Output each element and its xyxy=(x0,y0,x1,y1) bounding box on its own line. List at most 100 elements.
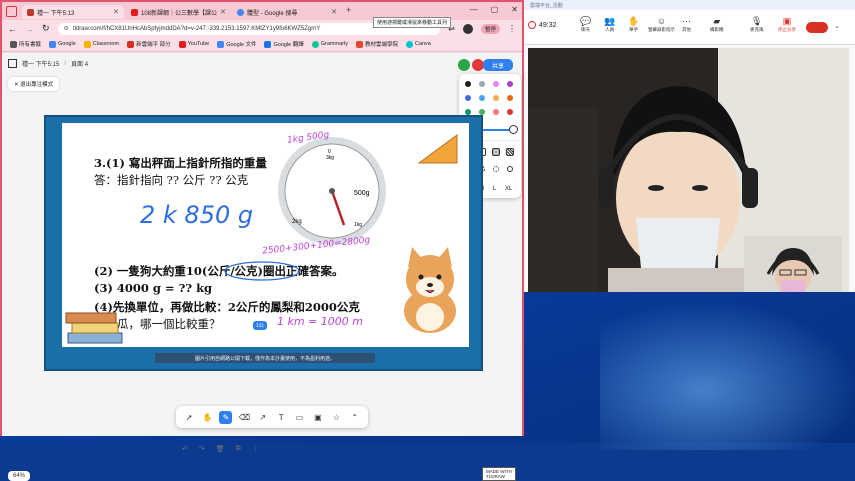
bookmark-translate[interactable]: Google 翻譯 xyxy=(264,40,304,48)
close-tab-icon[interactable]: ✕ xyxy=(331,8,337,16)
reload-icon[interactable]: ↻ xyxy=(42,23,50,34)
made-with-tldraw-badge[interactable]: MADE WITH TLDRAW xyxy=(482,467,516,481)
dash-dotted-icon[interactable] xyxy=(493,166,499,172)
color-swatch-red[interactable] xyxy=(507,109,513,115)
color-swatch-grey[interactable] xyxy=(479,81,485,87)
recording-icon xyxy=(528,21,536,29)
bookmark-canva[interactable]: Canva xyxy=(405,40,431,48)
scale-label-top-unit: 3kg xyxy=(326,155,334,161)
share-button[interactable]: 共享 xyxy=(483,59,513,71)
color-swatch-yellow[interactable] xyxy=(493,95,499,101)
self-view-video[interactable] xyxy=(744,236,842,292)
bookmark-grammarly[interactable]: Grammarly xyxy=(311,40,348,48)
menu-icon[interactable]: ⋮ xyxy=(508,24,516,33)
camera-icon: ▰ xyxy=(713,16,721,26)
chat-icon: 💬 xyxy=(580,16,592,26)
bookmark-edu[interactable]: 教材雲端學院 xyxy=(355,40,398,48)
new-tab-button[interactable]: + xyxy=(346,5,351,15)
close-tab-icon[interactable]: ✕ xyxy=(220,8,226,16)
camera-button[interactable]: ▰ 攝影機 xyxy=(710,16,724,33)
page-title[interactable]: 禮一 下午5:15 xyxy=(22,59,59,68)
color-swatch-light-red[interactable] xyxy=(493,109,499,115)
weighing-scale-dial: 0 3kg 500g 2kg 1kg xyxy=(278,137,386,245)
maximize-icon[interactable]: ▢ xyxy=(491,5,499,14)
dash-solid-icon[interactable] xyxy=(507,166,513,172)
minimize-icon[interactable]: — xyxy=(470,5,478,14)
more-icon: ⋯ xyxy=(682,16,691,26)
bookmark-gmail[interactable]: 新雲端平 部分 xyxy=(127,40,171,48)
delete-icon[interactable]: 🗑 xyxy=(216,445,225,453)
reactions-button[interactable]: ☺ 螢幕錄影指示 xyxy=(648,16,675,33)
leave-call-button[interactable] xyxy=(806,22,828,33)
more-tools-icon[interactable]: ⌃ xyxy=(348,411,361,424)
color-swatch-black[interactable] xyxy=(465,81,471,87)
image-tool-icon[interactable]: ▣ xyxy=(311,411,324,424)
eraser-tool-icon[interactable]: ⌫ xyxy=(238,411,251,424)
select-tool-icon[interactable]: ➚ xyxy=(183,411,196,424)
size-xl[interactable]: XL xyxy=(505,186,512,192)
arrow-tool-icon[interactable]: ↗ xyxy=(256,411,269,424)
stop-share-button[interactable]: ▣ 停止分享 xyxy=(778,16,796,33)
exit-focus-button[interactable]: ✕ 退出專注模式 xyxy=(8,77,60,91)
meet-controls: 49:32 💬 聊天 👥 人員 ✋ 舉手 ☺ 螢幕錄影指示 ⋯ 其他 ▰ 攝影機 🎙 麥克風 … xyxy=(524,10,855,45)
site-info-icon[interactable]: ⚙ xyxy=(64,25,69,32)
color-swatch-light-blue[interactable] xyxy=(479,95,485,101)
more-button[interactable]: ⋯ 其他 xyxy=(682,16,691,33)
people-button[interactable]: 👥 人員 xyxy=(604,16,615,33)
fill-solid-icon[interactable] xyxy=(492,148,500,156)
tab-tldraw[interactable]: 禮一 下午5:13 ✕ xyxy=(22,5,124,19)
answer-circle xyxy=(224,261,300,281)
scale-label-right: 500g xyxy=(354,190,370,197)
bookmarks-bar: 所有書籤 Google Classroom 新雲端平 部分 YouTube Go… xyxy=(2,37,522,52)
avatar[interactable] xyxy=(458,59,470,71)
page-name[interactable]: 頁面 4 xyxy=(71,59,88,68)
meeting-timer: 49:32 xyxy=(528,21,557,29)
star-tool-icon[interactable]: ☆ xyxy=(330,411,343,424)
bookmark-classroom[interactable]: Classroom xyxy=(83,40,119,48)
chevron-down-icon[interactable]: ⌄ xyxy=(834,22,840,30)
mic-button[interactable]: 🎙 麥克風 xyxy=(750,16,764,33)
tab-label: 108新課綱｜公三數學【課公 xyxy=(141,10,218,17)
color-swatch-blue[interactable] xyxy=(465,95,471,101)
bookmark-all[interactable]: 所有書籤 xyxy=(10,40,41,48)
text-tool-icon[interactable]: T xyxy=(275,411,288,424)
tab-search-icon[interactable] xyxy=(6,6,17,17)
question-2: (2) 一隻狗大約重10(公斤/公克)圈出正確答案。 xyxy=(94,264,344,278)
undo-icon[interactable]: ↶ xyxy=(182,445,188,453)
bookmark-youtube[interactable]: YouTube xyxy=(178,40,209,48)
tldraw-favicon-icon xyxy=(27,8,34,16)
profile-icon[interactable] xyxy=(462,23,473,34)
opacity-slider-thumb[interactable] xyxy=(509,125,518,134)
color-swatch-orange[interactable] xyxy=(507,95,513,101)
bookmark-google[interactable]: Google xyxy=(49,40,76,48)
close-tab-icon[interactable]: ✕ xyxy=(113,8,119,16)
zoom-indicator[interactable]: 64% xyxy=(8,471,31,481)
redo-icon[interactable]: ↷ xyxy=(199,445,205,453)
duplicate-icon[interactable]: ⧉ xyxy=(236,445,241,453)
main-menu-icon[interactable] xyxy=(8,59,17,68)
people-icon: 👥 xyxy=(604,16,616,26)
color-swatch-light-violet[interactable] xyxy=(493,81,499,87)
raise-hand-button[interactable]: ✋ 舉手 xyxy=(628,16,639,33)
more-icon[interactable]: ⋮ xyxy=(252,445,259,453)
note-tool-icon[interactable]: ▭ xyxy=(293,411,306,424)
bookmark-docs[interactable]: Google 文件 xyxy=(217,40,256,48)
chat-button[interactable]: 💬 聊天 xyxy=(580,16,591,33)
profile-pause-button[interactable]: 暫停 xyxy=(480,23,500,34)
self-view-illustration xyxy=(744,236,842,292)
tool-bar: ➚ ✋ ✎ ⌫ ↗ T ▭ ▣ ☆ ⌃ xyxy=(176,406,368,428)
tab-math-video[interactable]: 108新課綱｜公三數學【課公 ✕ xyxy=(126,5,230,19)
main-video-feed xyxy=(528,48,849,292)
handwriting-tag: 1公 xyxy=(253,321,267,330)
color-swatch-violet[interactable] xyxy=(507,81,513,87)
question-3-line2: 答：指針指向 ?? 公斤 ?? 公克 xyxy=(94,173,249,187)
fill-pattern-icon[interactable] xyxy=(506,148,514,156)
close-window-icon[interactable]: ✕ xyxy=(511,5,518,14)
tab-google-search[interactable]: 體型 - Google 搜尋 ✕ xyxy=(232,5,342,19)
back-icon[interactable]: ← xyxy=(8,24,17,34)
hand-tool-icon[interactable]: ✋ xyxy=(201,411,214,424)
draw-tool-icon[interactable]: ✎ xyxy=(219,410,233,424)
forward-icon[interactable]: → xyxy=(25,24,34,34)
worksheet-slide[interactable]: 3.(1) 寫出秤面上指針所指的重量 答：指針指向 ?? 公斤 ?? 公克 (2… xyxy=(44,115,483,371)
size-l[interactable]: L xyxy=(493,186,496,192)
